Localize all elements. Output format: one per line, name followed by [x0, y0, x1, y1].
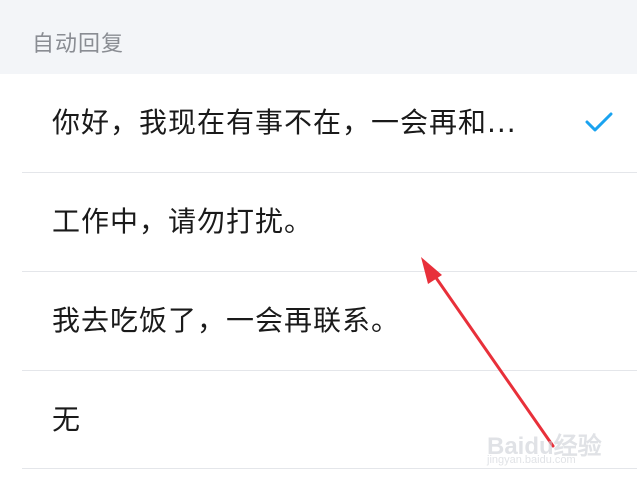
checkmark-icon: [585, 112, 613, 132]
section-title: 自动回复: [32, 32, 125, 57]
option-label: 工作中，请勿打扰。: [52, 205, 314, 238]
option-label: 我去吃饭了，一会再联系。: [52, 304, 401, 337]
option-row-away[interactable]: 你好，我现在有事不在，一会再和...: [0, 74, 637, 172]
option-row-lunch[interactable]: 我去吃饭了，一会再联系。: [0, 272, 637, 370]
auto-reply-section-header: 自动回复: [0, 0, 637, 74]
option-row-working[interactable]: 工作中，请勿打扰。: [0, 173, 637, 271]
option-label: 无: [52, 403, 82, 436]
watermark-subtext: jingyan.baidu.com: [487, 454, 576, 466]
baidu-watermark: Baidu经验 jingyan.baidu.com: [487, 418, 637, 478]
option-label: 你好，我现在有事不在，一会再和...: [52, 106, 517, 139]
